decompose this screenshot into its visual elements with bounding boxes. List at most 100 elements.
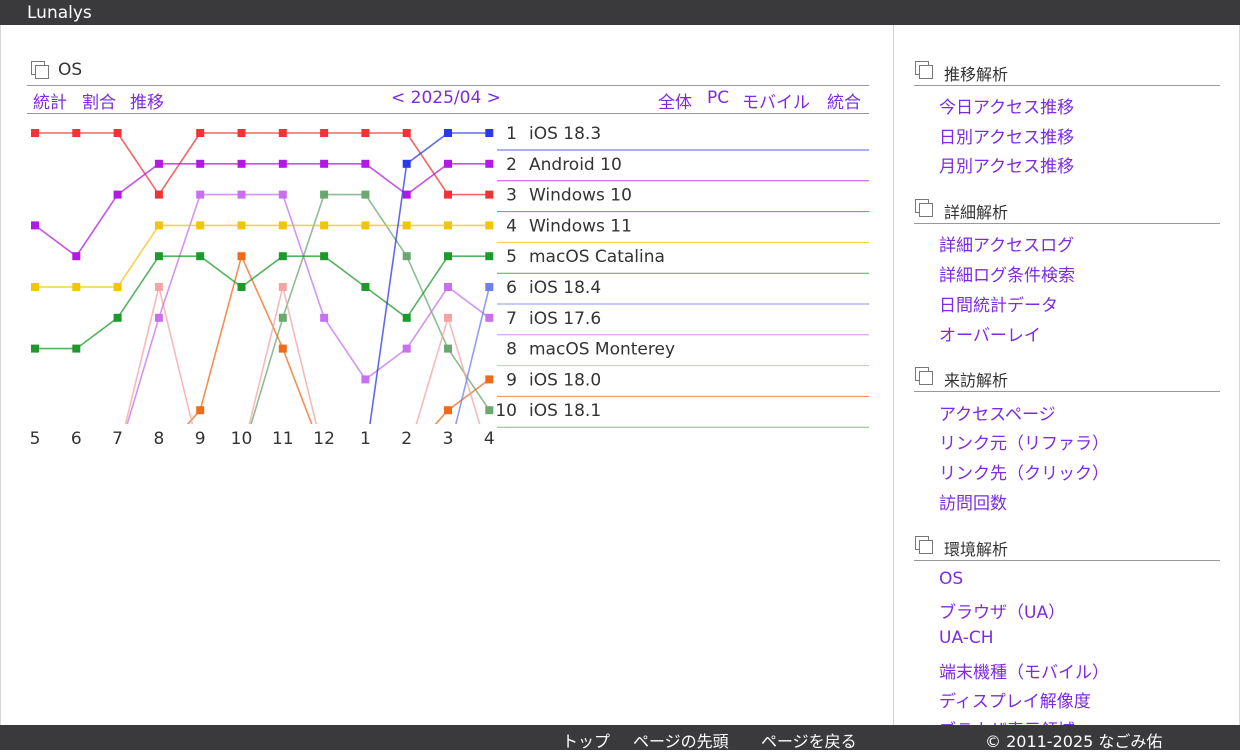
sidebar-heading-rule xyxy=(914,85,1220,86)
data-point xyxy=(72,344,81,353)
x-tick-label: 2 xyxy=(401,429,412,449)
sidebar-link-device[interactable]: 端末機種（モバイル） xyxy=(939,658,1109,683)
legend-rank: 4 xyxy=(506,216,517,236)
data-point xyxy=(113,313,122,322)
legend-label[interactable]: iOS 18.0 xyxy=(529,370,601,390)
data-point xyxy=(361,375,370,384)
data-point xyxy=(444,129,452,137)
x-tick-label: 1 xyxy=(360,429,371,449)
data-point xyxy=(237,190,246,199)
data-point xyxy=(485,190,494,199)
series-line-segment xyxy=(447,348,490,411)
sidebar-heading-rule xyxy=(914,560,1220,561)
data-point xyxy=(154,252,163,261)
legend-label[interactable]: Windows 11 xyxy=(529,216,632,236)
sidebar-link-access-page[interactable]: アクセスページ xyxy=(939,400,1056,425)
data-point xyxy=(485,159,494,168)
section-icon xyxy=(915,199,933,217)
series-line-segment xyxy=(364,347,408,381)
sidebar-heading-rule xyxy=(914,223,1220,224)
sidebar-link-display[interactable]: ディスプレイ解像度 xyxy=(939,687,1091,712)
legend-label[interactable]: Windows 10 xyxy=(529,186,632,206)
x-tick-label: 3 xyxy=(443,429,454,449)
data-point xyxy=(154,190,163,199)
legend-label[interactable]: iOS 18.4 xyxy=(529,278,601,298)
data-point xyxy=(196,221,205,230)
series-line-segment xyxy=(364,163,408,196)
section-icon xyxy=(915,367,933,385)
footer-link-page-top[interactable]: ページの先頭 xyxy=(633,728,729,752)
data-point xyxy=(402,129,411,137)
sidebar-link-os[interactable]: OS xyxy=(939,569,963,589)
data-point xyxy=(320,221,329,230)
sidebar-link-daily-stats[interactable]: 日間統計データ xyxy=(939,291,1058,316)
legend-rank: 6 xyxy=(506,278,517,298)
sidebar-link-access-log[interactable]: 詳細アクセスログ xyxy=(939,231,1074,256)
series-line-segment xyxy=(75,194,119,257)
series-line-segment xyxy=(75,317,119,350)
data-point xyxy=(31,344,39,353)
data-point xyxy=(361,283,370,291)
legend-label[interactable]: macOS Catalina xyxy=(529,247,665,267)
data-point xyxy=(237,159,246,168)
data-point xyxy=(154,159,163,168)
sidebar-link-ua-ch[interactable]: UA-CH xyxy=(939,628,994,648)
data-point xyxy=(444,344,452,353)
sidebar-link-browser[interactable]: ブラウザ（UA） xyxy=(939,598,1065,623)
series-line-segment xyxy=(116,132,160,196)
x-tick-label: 12 xyxy=(313,429,335,449)
data-point xyxy=(320,159,329,168)
x-tick-label: 6 xyxy=(71,429,82,449)
data-point xyxy=(402,190,411,199)
sidebar-link-log-search[interactable]: 詳細ログ条件検索 xyxy=(939,261,1075,286)
data-point xyxy=(278,313,287,322)
sidebar-link-daily-trend[interactable]: 日別アクセス推移 xyxy=(939,123,1074,148)
sidebar-link-today-trend[interactable]: 今日アクセス推移 xyxy=(939,93,1074,118)
x-tick-label: 5 xyxy=(30,429,41,449)
legend-label[interactable]: macOS Monterey xyxy=(529,340,675,360)
footer-link-top[interactable]: トップ xyxy=(562,728,610,752)
data-point xyxy=(320,190,329,199)
legend-label[interactable]: iOS 18.1 xyxy=(529,401,601,421)
legend-rank: 3 xyxy=(506,186,517,206)
data-point xyxy=(444,406,452,415)
sidebar-link-referrer[interactable]: リンク元（リファラ） xyxy=(939,429,1109,454)
legend-label[interactable]: iOS 17.6 xyxy=(529,309,601,329)
data-point xyxy=(113,190,122,199)
legend-label[interactable]: iOS 18.3 xyxy=(529,124,601,144)
data-point xyxy=(444,190,452,199)
sidebar-link-monthly-trend[interactable]: 月別アクセス推移 xyxy=(939,152,1074,177)
legend-label[interactable]: Android 10 xyxy=(529,155,622,175)
series-line-segment xyxy=(406,255,449,319)
data-point xyxy=(72,252,81,261)
series-line-segment xyxy=(34,224,77,257)
x-tick-label: 11 xyxy=(272,429,294,449)
sidebar-heading-detail: 詳細解析 xyxy=(944,203,1009,222)
sidebar-link-click[interactable]: リンク先（クリック） xyxy=(939,459,1109,484)
legend-rank: 9 xyxy=(506,370,517,390)
x-tick-label: 4 xyxy=(484,429,495,449)
sidebar-heading-rule xyxy=(914,391,1220,392)
data-point xyxy=(237,221,246,230)
sidebar-link-visit-count[interactable]: 訪問回数 xyxy=(939,489,1007,514)
x-tick-label: 9 xyxy=(195,429,206,449)
footer-link-back[interactable]: ページを戻る xyxy=(761,728,857,752)
series-line-segment xyxy=(240,255,284,349)
legend-rank: 7 xyxy=(506,309,517,329)
series-line-segment xyxy=(406,132,449,165)
data-point xyxy=(402,313,411,322)
footer: トップ ページの先頭 ページを戻る © 2011-2025 なごみ佑 xyxy=(0,725,1240,752)
data-point xyxy=(444,252,452,261)
legend-rank: 10 xyxy=(495,401,517,421)
data-point xyxy=(196,159,205,168)
data-point xyxy=(31,221,39,230)
data-point xyxy=(237,283,246,291)
data-point xyxy=(72,283,81,291)
data-point xyxy=(237,129,246,137)
data-point xyxy=(361,190,370,199)
data-point xyxy=(31,129,39,137)
legend-rank: 5 xyxy=(506,247,517,267)
sidebar-link-overlay[interactable]: オーバーレイ xyxy=(939,321,1041,346)
sidebar-heading-trend: 推移解析 xyxy=(944,65,1009,84)
sidebar-heading-visit: 来訪解析 xyxy=(944,371,1009,390)
